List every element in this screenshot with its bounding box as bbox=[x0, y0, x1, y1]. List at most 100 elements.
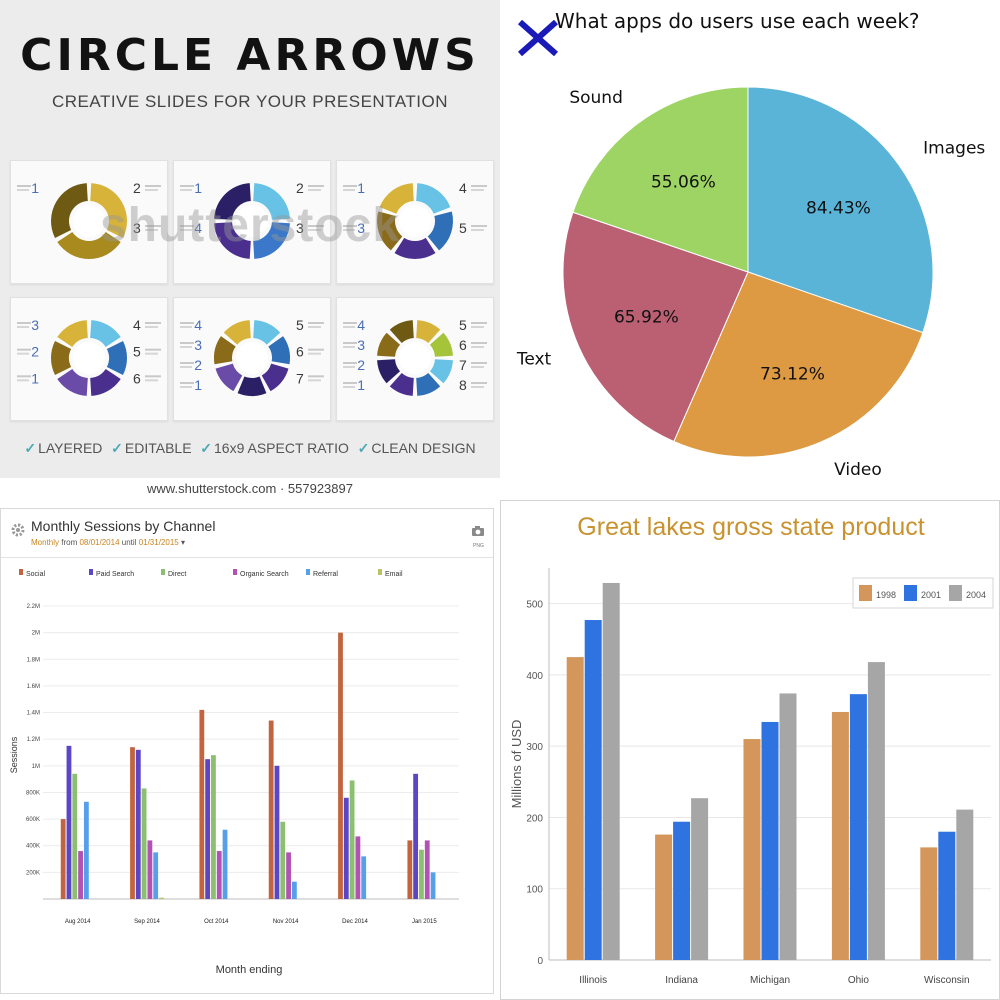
y-axis-title: Millions of USD bbox=[509, 720, 524, 809]
y-axis-title: Sessions bbox=[9, 736, 19, 773]
text-placeholder bbox=[343, 322, 357, 324]
slide-thumbnail: 4 3 2 1 5 6 7 8 bbox=[336, 297, 494, 421]
bar bbox=[216, 851, 222, 899]
step-number: 1 bbox=[194, 377, 202, 393]
sessions-chart-panel: Monthly Sessions by Channel Monthly from… bbox=[0, 508, 494, 994]
bar bbox=[66, 745, 72, 899]
text-placeholder bbox=[145, 189, 158, 191]
legend-swatch bbox=[233, 569, 237, 575]
text-placeholder bbox=[471, 382, 487, 384]
feature-item: ✓ CLEAN DESIGN bbox=[358, 440, 476, 457]
ring-segment bbox=[57, 369, 88, 396]
text-placeholder bbox=[17, 322, 31, 324]
bar bbox=[920, 847, 938, 960]
x-tick-label: Oct 2014 bbox=[204, 919, 229, 925]
step-number: 2 bbox=[133, 180, 141, 196]
bar bbox=[584, 620, 602, 960]
feature-item: ✓ EDITABLE bbox=[111, 440, 191, 457]
bar bbox=[147, 840, 153, 899]
promo-title: CIRCLE ARROWS bbox=[20, 30, 480, 81]
slice-category-label: Video bbox=[834, 460, 882, 480]
y-tick-label: 500 bbox=[526, 600, 543, 611]
step-number: 6 bbox=[459, 337, 467, 353]
feature-item: ✓ LAYERED bbox=[24, 440, 102, 457]
text-placeholder bbox=[343, 362, 357, 364]
bar bbox=[779, 693, 797, 960]
text-placeholder bbox=[308, 326, 321, 328]
gsp-chart-panel: Great lakes gross state product 0 100 200 3… bbox=[500, 500, 1000, 1000]
y-tick-label: 2M bbox=[32, 631, 40, 637]
ring-segment bbox=[223, 320, 251, 345]
x-tick-label: Indiana bbox=[665, 975, 698, 986]
bar bbox=[361, 856, 367, 899]
y-tick-label: 1.4M bbox=[27, 711, 40, 717]
step-number: 7 bbox=[459, 357, 467, 373]
step-number: 4 bbox=[194, 317, 202, 333]
slide-thumbnail: 4 3 2 1 5 6 7 bbox=[173, 297, 331, 421]
bar bbox=[424, 840, 430, 899]
y-tick-label: 400K bbox=[26, 844, 40, 850]
text-placeholder bbox=[343, 386, 355, 388]
slice-category-label: Images bbox=[923, 138, 985, 158]
promo-subtitle: CREATIVE SLIDES FOR YOUR PRESENTATION bbox=[51, 92, 449, 111]
y-tick-label: 200 bbox=[526, 813, 543, 824]
y-tick-label: 0 bbox=[537, 956, 543, 967]
legend-swatch bbox=[859, 585, 872, 601]
step-number: 2 bbox=[357, 357, 365, 373]
x-tick-label: Jan 2015 bbox=[412, 919, 437, 925]
ring-segment bbox=[237, 376, 267, 396]
text-placeholder bbox=[145, 326, 158, 328]
step-number: 5 bbox=[133, 344, 141, 360]
step-number: 8 bbox=[459, 377, 467, 393]
text-placeholder bbox=[471, 386, 484, 388]
ring-center bbox=[73, 342, 105, 374]
step-number: 1 bbox=[31, 180, 39, 196]
text-placeholder bbox=[180, 366, 192, 368]
bar bbox=[135, 749, 141, 899]
ring-segment bbox=[253, 320, 281, 345]
text-placeholder bbox=[471, 362, 487, 364]
text-placeholder bbox=[17, 379, 29, 382]
bar bbox=[343, 797, 349, 899]
step-number: 2 bbox=[296, 180, 304, 196]
feature-label: CLEAN DESIGN bbox=[371, 440, 476, 456]
step-number: 4 bbox=[459, 180, 467, 196]
step-number: 4 bbox=[133, 317, 141, 333]
x-tick-label: Dec 2014 bbox=[342, 919, 368, 925]
bar bbox=[602, 582, 620, 960]
ring-segment bbox=[214, 336, 236, 365]
x-tick-label: Michigan bbox=[750, 975, 790, 986]
text-placeholder bbox=[145, 348, 161, 351]
step-number: 1 bbox=[357, 377, 365, 393]
bar bbox=[338, 632, 343, 899]
feature-list: ✓ LAYERED ✓ EDITABLE ✓ 16x9 ASPECT RATIO ✓ C… bbox=[0, 440, 500, 457]
check-icon: ✓ bbox=[357, 440, 370, 456]
bar bbox=[867, 662, 885, 960]
feature-label: EDITABLE bbox=[124, 440, 192, 456]
text-placeholder bbox=[145, 322, 161, 324]
bar bbox=[222, 829, 228, 899]
pie-chart: 84.43% Images 73.12% Video 65.92% Text 55.06% S… bbox=[516, 86, 985, 480]
text-placeholder bbox=[180, 346, 192, 348]
circle-arrow-diagram: 4 3 2 1 5 6 7 bbox=[180, 317, 324, 396]
y-tick-label: 300 bbox=[526, 742, 543, 753]
bar bbox=[430, 872, 436, 899]
text-placeholder bbox=[180, 185, 194, 187]
bar bbox=[274, 765, 280, 899]
pie-chart-panel: What apps do users use each week? 84.43%… bbox=[500, 0, 1000, 500]
legend-label: Social bbox=[26, 571, 46, 578]
text-placeholder bbox=[343, 342, 357, 344]
legend-swatch bbox=[89, 569, 93, 575]
bar bbox=[743, 739, 761, 960]
check-icon: ✓ bbox=[111, 440, 123, 456]
y-tick-label: 400 bbox=[526, 671, 543, 682]
step-number: 1 bbox=[357, 180, 365, 196]
bar bbox=[938, 831, 956, 960]
step-number: 6 bbox=[133, 370, 141, 386]
text-placeholder bbox=[471, 189, 484, 191]
text-placeholder bbox=[17, 348, 31, 351]
bar bbox=[78, 851, 83, 899]
text-placeholder bbox=[343, 326, 355, 328]
legend-label: Direct bbox=[168, 571, 186, 578]
text-placeholder bbox=[17, 185, 31, 187]
